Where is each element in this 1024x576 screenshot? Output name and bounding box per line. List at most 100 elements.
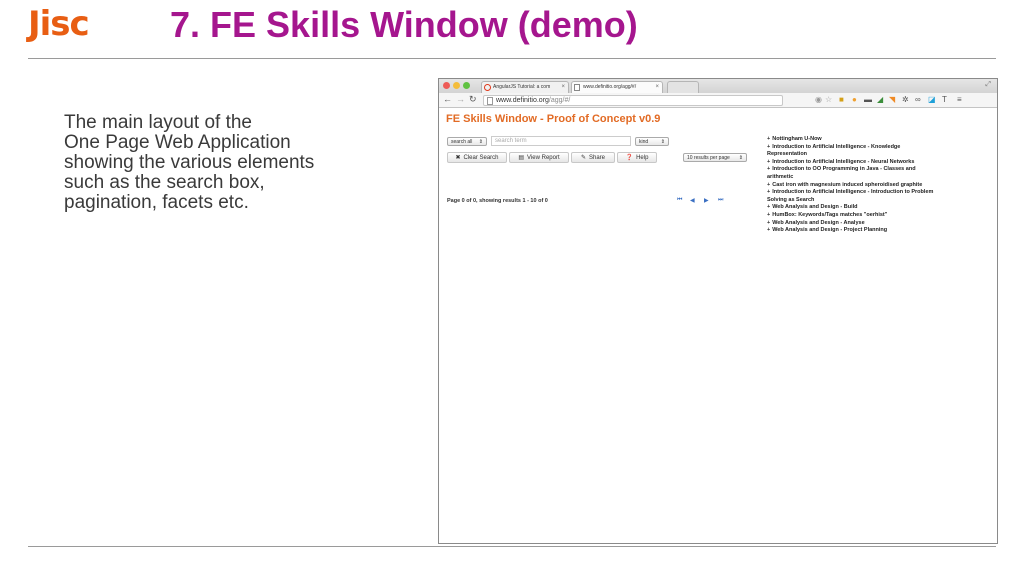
result-title: Web Analysis and Design - Project Planni… [772, 227, 888, 234]
extension-icon[interactable]: ◢ [877, 95, 883, 104]
result-item[interactable]: + Web Analysis and Design - Build [767, 204, 939, 212]
top-divider [28, 58, 996, 59]
window-controls[interactable] [443, 82, 470, 89]
results-list: + Nottingham U-Now + Introduction to Artifi… [767, 136, 939, 235]
search-scope-select[interactable]: search all ⇕ [447, 137, 487, 146]
close-window-icon[interactable] [443, 82, 450, 89]
expand-plus-icon[interactable]: + [767, 220, 770, 226]
pagination-status: Page 0 of 0, showing results 1 - 10 of 0 [447, 198, 548, 204]
help-button[interactable]: ❓ Help [617, 152, 657, 163]
expand-plus-icon[interactable]: + [767, 144, 770, 150]
address-bar: ← → ↻ www.definitio.org/agg/#/ ◉ ☆ ■ ● ▬… [439, 93, 997, 108]
reload-icon[interactable]: ↻ [469, 94, 477, 105]
results-per-page-value: 10 results per page [687, 155, 730, 161]
help-icon: ❓ [625, 155, 634, 161]
result-title: Introduction to OO Programming in Java -… [767, 166, 916, 180]
star-icon[interactable]: ☆ [825, 95, 832, 104]
result-item[interactable]: + Web Analysis and Design - Project Plann… [767, 227, 939, 235]
next-page-icon[interactable]: ▶ [704, 197, 709, 204]
extension-icon[interactable]: ● [852, 95, 857, 104]
url-path: /agg/#/ [548, 97, 571, 104]
results-per-page-select[interactable]: 10 results per page ⇕ [683, 153, 747, 162]
page-favicon-icon [574, 84, 580, 91]
tab-close-icon[interactable]: × [561, 82, 565, 93]
minimize-window-icon[interactable] [453, 82, 460, 89]
result-item[interactable]: + Introduction to Artificial Intelligence… [767, 189, 939, 204]
chevron-down-icon: ⇕ [478, 139, 483, 145]
url-input[interactable]: www.definitio.org/agg/#/ [483, 95, 783, 106]
first-page-icon[interactable]: ⏮ [677, 197, 682, 204]
result-item[interactable]: + Web Analysis and Design - Analyse [767, 220, 939, 228]
gear-icon[interactable]: ✲ [902, 95, 909, 104]
result-item[interactable]: + Nottingham U-Now [767, 136, 939, 144]
extension-icon[interactable]: ◪ [928, 95, 936, 104]
browser-tab-bar: AngularJS Tutorial: a com × www.definiti… [439, 79, 997, 93]
menu-icon[interactable]: ≡ [957, 95, 962, 104]
expand-plus-icon[interactable]: + [767, 136, 770, 142]
expand-plus-icon[interactable]: + [767, 166, 770, 172]
extension-icon[interactable]: ▬ [864, 95, 872, 104]
share-icon: ✎ [580, 155, 586, 161]
maximize-window-icon[interactable] [463, 82, 470, 89]
slide-title: 7. FE Skills Window (demo) [170, 4, 638, 45]
expand-plus-icon[interactable]: + [767, 159, 770, 165]
chevron-down-icon: ⇕ [660, 139, 665, 145]
document-icon: ▤ [518, 155, 525, 161]
result-item[interactable]: + Cast iron with magnesium induced sphero… [767, 182, 939, 190]
search-icon[interactable]: ◉ [815, 95, 822, 104]
kind-value: kind [639, 139, 649, 145]
result-item[interactable]: + HumBox: Keywords/Tags matches "oerhist" [767, 212, 939, 220]
jisc-logo: Jisc [28, 4, 90, 44]
forward-icon[interactable]: → [456, 94, 465, 104]
result-title: Introduction to Artificial Intelligence … [767, 189, 934, 203]
extension-icon[interactable]: ■ [839, 95, 844, 104]
close-icon: ✖ [455, 155, 461, 161]
result-item[interactable]: + Introduction to Artificial Intelligence… [767, 144, 939, 159]
result-title: HumBox: Keywords/Tags matches "oerhist" [772, 211, 888, 218]
new-tab-button[interactable] [667, 81, 699, 93]
tab-label: AngularJS Tutorial: a com [493, 84, 551, 90]
app-title: FE Skills Window - Proof of Concept v0.9 [446, 113, 661, 125]
clear-search-button[interactable]: ✖ Clear Search [447, 152, 507, 163]
browser-tab-angularjs[interactable]: AngularJS Tutorial: a com × [481, 81, 569, 93]
result-title: Web Analysis and Design - Analyse [772, 219, 865, 226]
slide-description: The main layout of the One Page Web Appl… [64, 112, 315, 213]
clear-search-label: Clear Search [463, 155, 499, 161]
share-label: Share [589, 155, 606, 161]
expand-plus-icon[interactable]: + [767, 204, 770, 210]
result-title: Nottingham U-Now [772, 136, 822, 142]
help-label: Help [636, 155, 649, 161]
search-input[interactable]: search term [491, 136, 631, 146]
expand-plus-icon[interactable]: + [767, 189, 770, 195]
page-icon [487, 97, 493, 105]
browser-screenshot: AngularJS Tutorial: a com × www.definiti… [438, 78, 998, 544]
result-title: Web Analysis and Design - Build [772, 204, 858, 211]
chevron-down-icon: ⇕ [738, 155, 743, 161]
kind-select[interactable]: kind ⇕ [635, 137, 669, 146]
search-scope-value: search all [451, 139, 473, 145]
last-page-icon[interactable]: ⏭ [718, 197, 723, 204]
result-title: Introduction to Artificial Intelligence … [772, 158, 915, 165]
font-icon[interactable]: T [942, 95, 947, 104]
share-button[interactable]: ✎ Share [571, 152, 615, 163]
tab-label: www.definitio.org/agg/#/ [583, 84, 637, 90]
rss-icon[interactable]: ◥ [889, 95, 895, 104]
angular-favicon-icon [484, 84, 491, 91]
glasses-icon[interactable]: ∞ [915, 95, 921, 104]
back-icon[interactable]: ← [443, 94, 452, 104]
browser-tab-definitio[interactable]: www.definitio.org/agg/#/ × [571, 81, 663, 93]
expand-plus-icon[interactable]: + [767, 182, 770, 188]
bottom-divider [28, 546, 996, 547]
result-title: Introduction to Artificial Intelligence … [767, 143, 901, 158]
expand-plus-icon[interactable]: + [767, 227, 770, 233]
tab-close-icon[interactable]: × [655, 82, 659, 93]
view-report-label: View Report [527, 155, 560, 161]
url-host: www.definitio.org [496, 97, 549, 104]
fullscreen-icon[interactable]: ⤢ [985, 81, 991, 89]
previous-page-icon[interactable]: ◀ [690, 197, 695, 204]
expand-plus-icon[interactable]: + [767, 212, 770, 218]
result-item[interactable]: + Introduction to Artificial Intelligence… [767, 159, 939, 167]
view-report-button[interactable]: ▤ View Report [509, 152, 569, 163]
result-title: Cast iron with magnesium induced spheroi… [772, 181, 923, 188]
result-item[interactable]: + Introduction to OO Programming in Java … [767, 166, 939, 181]
